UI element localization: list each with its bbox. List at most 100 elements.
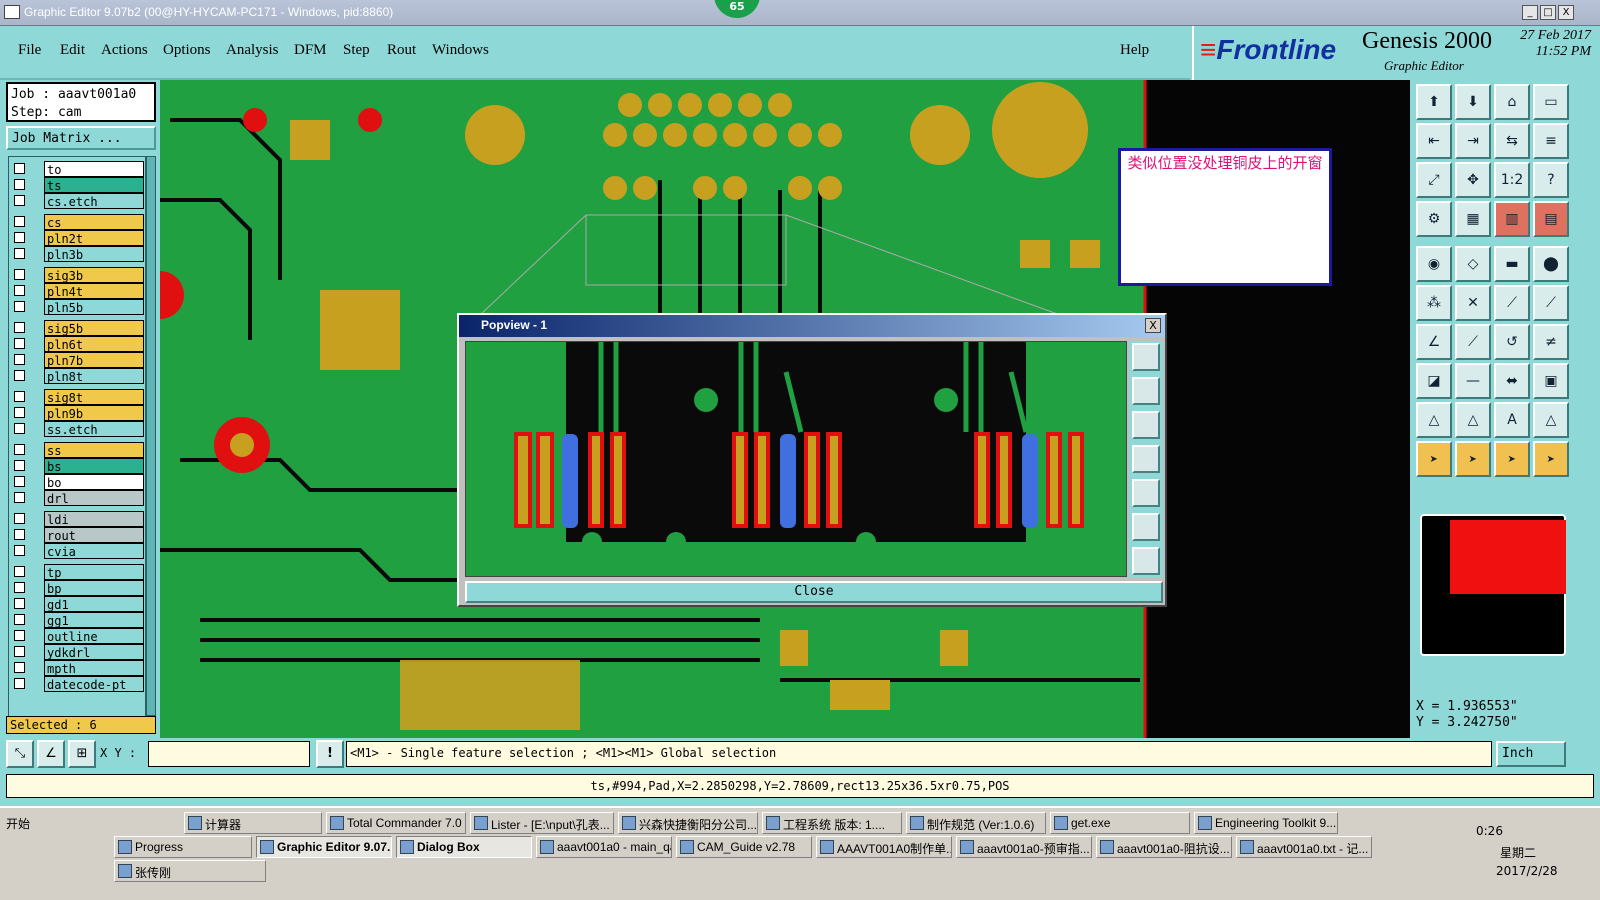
- diamond-icon[interactable]: ◇: [1455, 246, 1491, 282]
- cross-icon[interactable]: ✕: [1455, 285, 1491, 321]
- line-b-icon[interactable]: ⟋: [1533, 285, 1569, 321]
- taskbar-item[interactable]: aaavt001a0-预审指...: [956, 836, 1092, 858]
- pan-down-icon[interactable]: [1132, 411, 1160, 439]
- layer-name[interactable]: ydkdrl: [44, 644, 144, 660]
- layer-checkbox[interactable]: [14, 195, 25, 206]
- taskbar-item[interactable]: Progress: [114, 836, 252, 858]
- popview-close-button[interactable]: Close: [465, 581, 1163, 603]
- layer-checkbox[interactable]: [14, 423, 25, 434]
- layer-name[interactable]: mpth: [44, 660, 144, 676]
- layer-checkbox[interactable]: [14, 582, 25, 593]
- menu-help[interactable]: Help: [1120, 42, 1149, 59]
- layer-row[interactable]: bs: [9, 458, 145, 474]
- dash-icon[interactable]: —: [1455, 363, 1491, 399]
- start-button[interactable]: 开始: [2, 812, 60, 834]
- layer-row[interactable]: bp: [9, 580, 145, 596]
- layer-row[interactable]: pln2t: [9, 230, 145, 246]
- taskbar-item[interactable]: Dialog Box: [396, 836, 532, 858]
- layer-name[interactable]: outline: [44, 628, 144, 644]
- grid-icon[interactable]: ▦: [1455, 201, 1491, 237]
- layer-checkbox[interactable]: [14, 646, 25, 657]
- layer-row[interactable]: sig5b: [9, 320, 145, 336]
- layer-checkbox[interactable]: [14, 301, 25, 312]
- layer-checkbox[interactable]: [14, 338, 25, 349]
- layer-name[interactable]: bo: [44, 474, 144, 490]
- layer-row[interactable]: ydkdrl: [9, 644, 145, 660]
- menu-rout[interactable]: Rout: [387, 42, 416, 59]
- layer-checkbox[interactable]: [14, 492, 25, 503]
- layer-name[interactable]: rout: [44, 527, 144, 543]
- layer-checkbox[interactable]: [14, 322, 25, 333]
- fit-icon[interactable]: ⤢: [1416, 162, 1452, 198]
- layer-name[interactable]: to: [44, 161, 144, 177]
- layer-checkbox[interactable]: [14, 529, 25, 540]
- tri-a-icon[interactable]: △: [1416, 402, 1452, 438]
- popview-canvas[interactable]: [465, 341, 1127, 577]
- line-c-icon[interactable]: ⟋: [1455, 324, 1491, 360]
- square-icon[interactable]: ▣: [1533, 363, 1569, 399]
- zoom-out-icon[interactable]: [1132, 547, 1160, 575]
- layer-name[interactable]: bs: [44, 458, 144, 474]
- layer-row[interactable]: pln7b: [9, 352, 145, 368]
- layer-name[interactable]: cvia: [44, 543, 144, 559]
- layer-name[interactable]: gd1: [44, 596, 144, 612]
- layer-name[interactable]: pln6t: [44, 336, 144, 352]
- taskbar-item[interactable]: 工程系统 版本: 1....: [762, 812, 902, 834]
- layer-name[interactable]: pln8t: [44, 368, 144, 384]
- layer-checkbox[interactable]: [14, 216, 25, 227]
- select-c-icon[interactable]: ➤: [1494, 441, 1530, 477]
- grid-icon[interactable]: ⊞: [68, 740, 96, 768]
- layer-checkbox[interactable]: [14, 354, 25, 365]
- layer-checkbox[interactable]: [14, 285, 25, 296]
- layer-checkbox[interactable]: [14, 163, 25, 174]
- layer-row[interactable]: outline: [9, 628, 145, 644]
- rotate-icon[interactable]: ↺: [1494, 324, 1530, 360]
- taskbar-item[interactable]: 制作规范 (Ver:1.0.6): [906, 812, 1046, 834]
- layer-checkbox[interactable]: [14, 598, 25, 609]
- text-icon[interactable]: A: [1494, 402, 1530, 438]
- layer-name[interactable]: cs: [44, 214, 144, 230]
- layer-checkbox[interactable]: [14, 232, 25, 243]
- up-icon[interactable]: ⬆: [1416, 84, 1452, 120]
- dot-icon[interactable]: ⬤: [1533, 246, 1569, 282]
- corner-icon[interactable]: ◪: [1416, 363, 1452, 399]
- layer-row[interactable]: pln4t: [9, 283, 145, 299]
- tri-c-icon[interactable]: △: [1533, 402, 1569, 438]
- layer-checkbox[interactable]: [14, 614, 25, 625]
- layer-name[interactable]: tp: [44, 564, 144, 580]
- right-icon[interactable]: ⇥: [1455, 123, 1491, 159]
- layer-row[interactable]: cs.etch: [9, 193, 145, 209]
- layer-row[interactable]: mpth: [9, 660, 145, 676]
- layer-name[interactable]: sig5b: [44, 320, 144, 336]
- taskbar-item[interactable]: Total Commander 7.0 ...: [326, 812, 466, 834]
- layer-row[interactable]: pln8t: [9, 368, 145, 384]
- layer-checkbox[interactable]: [14, 513, 25, 524]
- menu-step[interactable]: Step: [343, 42, 370, 59]
- layer-row[interactable]: pln9b: [9, 405, 145, 421]
- layers-a-icon[interactable]: ▥: [1494, 201, 1530, 237]
- layer-row[interactable]: pln3b: [9, 246, 145, 262]
- minimize-button[interactable]: _: [1522, 5, 1538, 20]
- taskbar-item[interactable]: aaavt001a0-阻抗设...: [1096, 836, 1232, 858]
- layer-checkbox[interactable]: [14, 476, 25, 487]
- taskbar-item[interactable]: 计算器: [184, 812, 322, 834]
- bar-icon[interactable]: ▬: [1494, 246, 1530, 282]
- zoom-in-icon[interactable]: [1132, 513, 1160, 541]
- close-button[interactable]: X: [1558, 5, 1574, 20]
- xy-input[interactable]: [148, 741, 310, 767]
- job-matrix-button[interactable]: Job Matrix ...: [6, 126, 156, 150]
- layer-checkbox[interactable]: [14, 407, 25, 418]
- layer-row[interactable]: bo: [9, 474, 145, 490]
- layer-checkbox[interactable]: [14, 545, 25, 556]
- layer-row[interactable]: drl: [9, 490, 145, 506]
- layer-row[interactable]: ts: [9, 177, 145, 193]
- taskbar-item[interactable]: get.exe: [1050, 812, 1190, 834]
- layer-row[interactable]: ss.etch: [9, 421, 145, 437]
- circle-icon[interactable]: ◉: [1416, 246, 1452, 282]
- maximize-button[interactable]: □: [1540, 5, 1556, 20]
- layer-name[interactable]: pln5b: [44, 299, 144, 315]
- taskbar-item[interactable]: Graphic Editor 9.07...: [256, 836, 392, 858]
- select-b-icon[interactable]: ➤: [1455, 441, 1491, 477]
- layer-name[interactable]: pln9b: [44, 405, 144, 421]
- menu-actions[interactable]: Actions: [101, 42, 148, 59]
